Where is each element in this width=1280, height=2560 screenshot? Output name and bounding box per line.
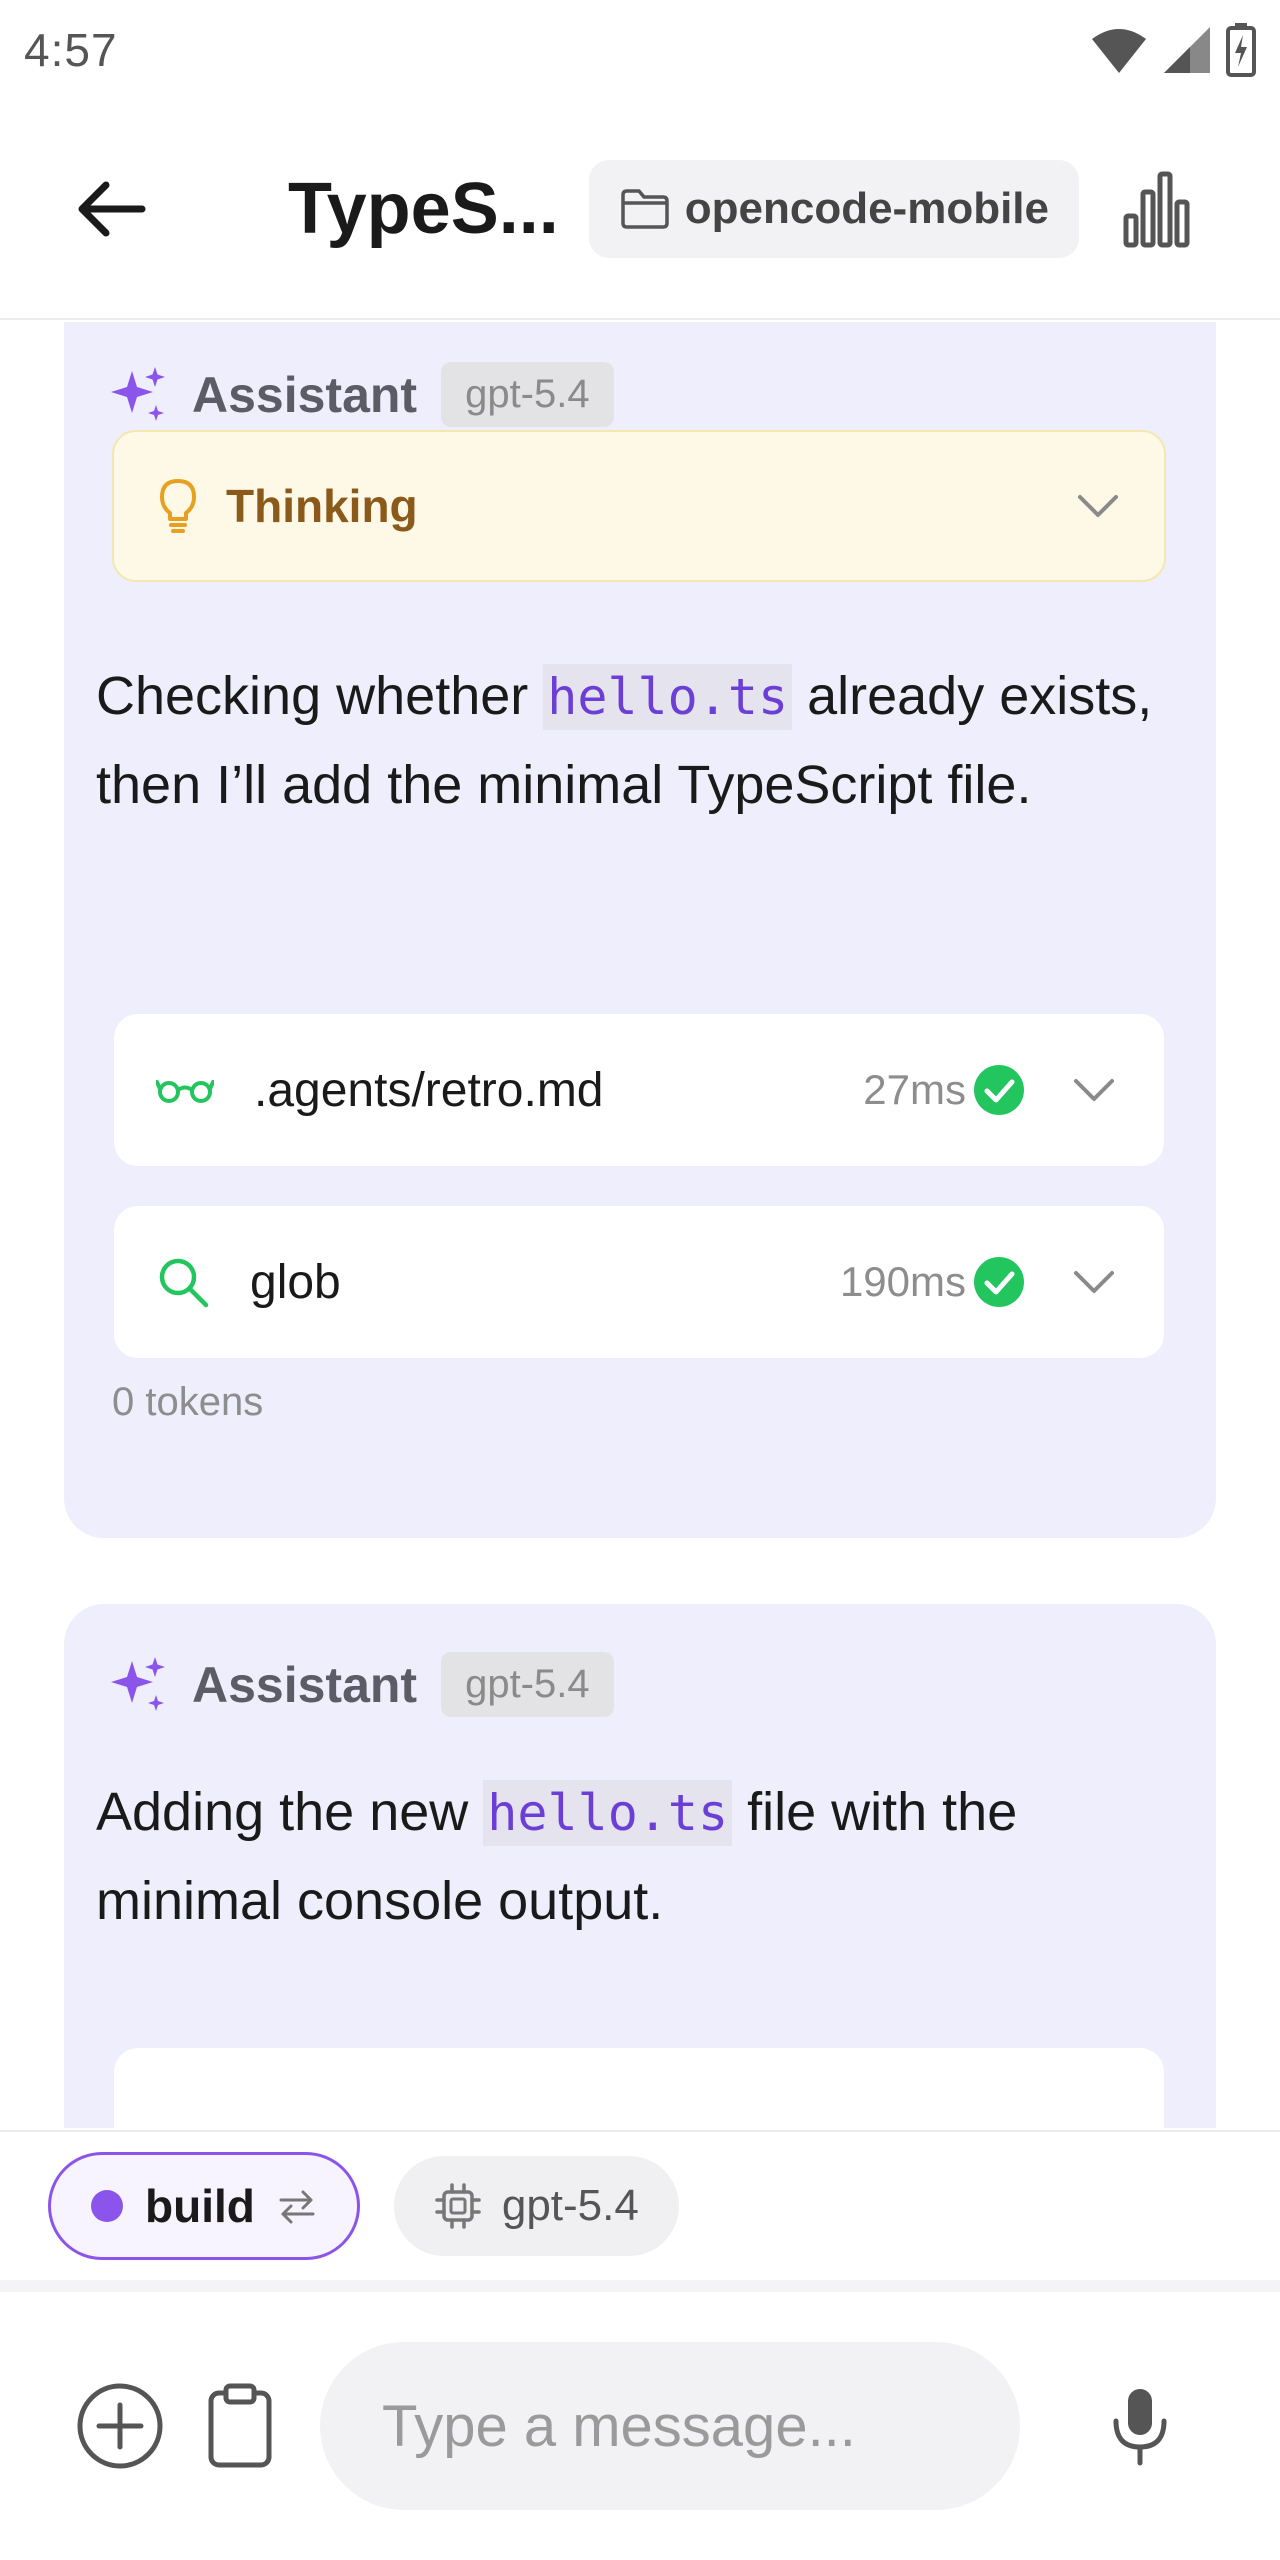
model-tag: gpt-5.4 <box>441 362 614 427</box>
expand-chevron <box>1066 1269 1122 1295</box>
agent-chip-label: build <box>145 2180 255 2232</box>
tool-call-row-partial[interactable] <box>114 2048 1164 2128</box>
message-input[interactable] <box>320 2342 1020 2510</box>
thinking-label: Thinking <box>226 480 418 532</box>
message-list[interactable]: Assistant gpt-5.4 Thinking Checking whet… <box>0 322 1280 2128</box>
message-header: Assistant gpt-5.4 <box>108 362 614 427</box>
stats-button[interactable] <box>1117 159 1197 259</box>
sparkles-icon <box>111 366 165 421</box>
agent-color-dot <box>91 2190 123 2222</box>
check-circle-icon <box>974 1257 1024 1307</box>
assistant-message-card: Assistant gpt-5.4 Thinking Checking whet… <box>64 322 1216 1538</box>
inline-code: hello.ts <box>543 664 793 730</box>
swap-icon <box>279 2190 315 2224</box>
message-text: Checking whether hello.ts already exists… <box>96 652 1176 829</box>
expand-chevron <box>1066 1077 1122 1103</box>
message-header: Assistant gpt-5.4 <box>108 1652 614 1717</box>
thinking-toggle[interactable]: Thinking <box>112 430 1166 582</box>
signal-icon <box>1164 27 1210 73</box>
search-icon <box>159 1258 209 1308</box>
project-chip-label: opencode-mobile <box>684 184 1049 233</box>
arrow-left-icon <box>78 181 146 237</box>
cpu-chip-icon <box>435 2183 481 2229</box>
voice-input-button[interactable] <box>1080 2366 1200 2486</box>
tool-duration: 27ms <box>863 1066 966 1113</box>
sparkles-icon <box>111 1656 165 1711</box>
status-bar: 4:57 <box>0 0 1280 100</box>
role-label: Assistant <box>192 1656 418 1713</box>
add-attachment-button[interactable] <box>60 2366 180 2486</box>
tool-duration: 190ms <box>839 1258 966 1305</box>
check-circle-icon <box>974 1065 1024 1115</box>
microphone-icon <box>1113 2389 1167 2466</box>
model-selector-chip[interactable]: gpt-5.4 <box>393 2156 679 2256</box>
message-text-part: Checking whether <box>96 666 544 726</box>
mode-chips-bar: build gpt-5.4 <box>0 2130 1280 2280</box>
model-tag: gpt-5.4 <box>441 1652 614 1717</box>
clipboard-button[interactable] <box>180 2366 300 2486</box>
agent-selector-chip[interactable]: build <box>48 2152 360 2260</box>
assistant-message-card: Assistant gpt-5.4 Adding the new hello.t… <box>64 1604 1216 2128</box>
status-time: 4:57 <box>24 24 118 76</box>
chevron-down-icon <box>1074 1271 1114 1293</box>
tool-call-row[interactable]: glob 190ms <box>114 1206 1164 1358</box>
glasses-icon <box>156 1080 214 1103</box>
inline-code: hello.ts <box>483 1780 733 1846</box>
chevron-down-icon <box>1074 1079 1114 1101</box>
session-title: TypeS... <box>288 169 559 249</box>
chevron-down-icon <box>1078 495 1118 517</box>
message-text-part: Adding the new <box>96 1782 484 1842</box>
composer-bar <box>0 2292 1280 2560</box>
status-icons <box>1090 23 1256 77</box>
tool-name: glob <box>250 1255 341 1309</box>
lightbulb-icon <box>160 479 196 533</box>
back-button[interactable] <box>48 149 178 269</box>
model-chip-label: gpt-5.4 <box>501 2181 639 2230</box>
token-count: 0 tokens <box>112 1380 264 1424</box>
plus-circle-icon <box>77 2383 163 2469</box>
role-label: Assistant <box>192 366 418 423</box>
clipboard-icon <box>208 2383 272 2468</box>
folder-icon <box>621 189 669 229</box>
battery-icon <box>1226 23 1256 77</box>
project-chip[interactable]: opencode-mobile <box>588 160 1079 258</box>
bar-chart-icon <box>1123 171 1190 248</box>
app-bar: TypeS... opencode-mobile <box>0 100 1280 320</box>
tool-name: .agents/retro.md <box>254 1063 604 1117</box>
message-text: Adding the new hello.ts file with the mi… <box>96 1768 1176 1945</box>
tool-call-row[interactable]: .agents/retro.md 27ms <box>114 1014 1164 1166</box>
wifi-icon <box>1092 29 1146 73</box>
divider <box>0 2280 1280 2292</box>
